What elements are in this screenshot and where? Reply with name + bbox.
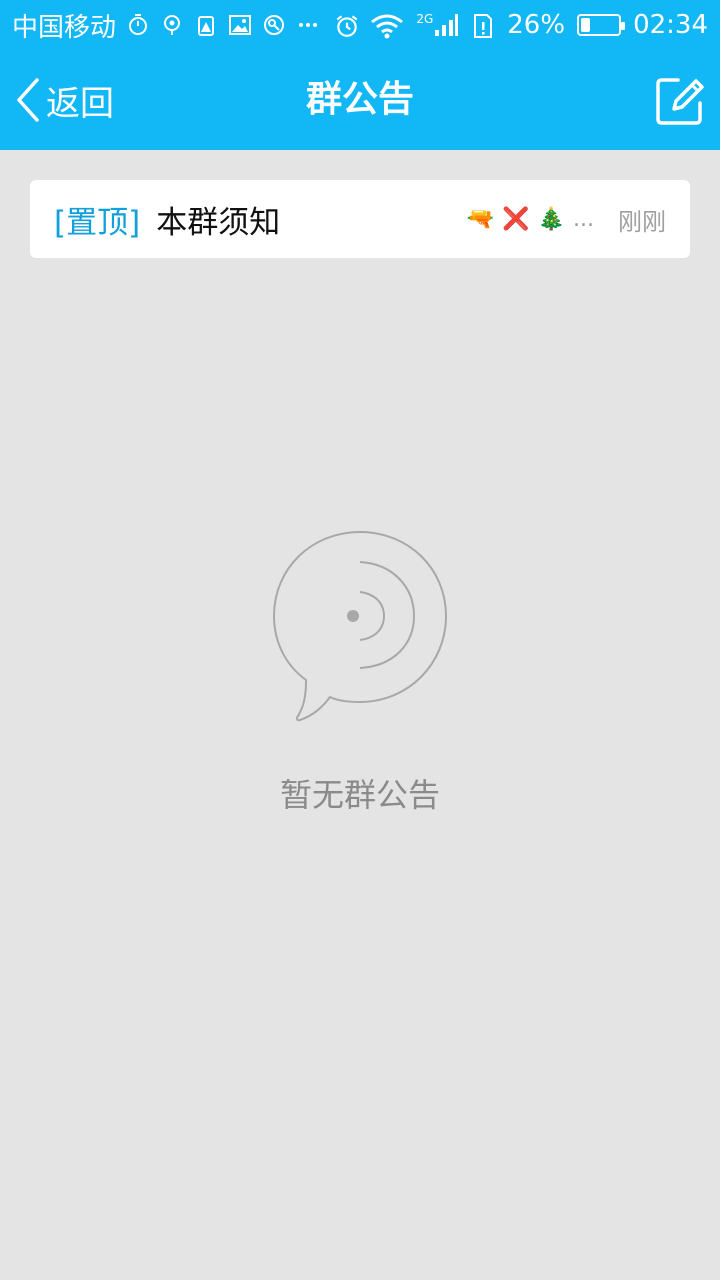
announcement-item[interactable]: [置顶] 本群须知 🔫 ❌ 🎄 ... 刚刚	[30, 180, 690, 258]
back-label: 返回	[46, 83, 114, 124]
battery-percent: 26%	[507, 10, 566, 40]
carrier-label: 中国移动	[12, 12, 117, 43]
status-left: 中国移动	[12, 7, 320, 44]
back-button[interactable]: 返回	[16, 50, 114, 150]
app-icon	[262, 13, 286, 37]
author-emoji-cross: ❌	[502, 206, 530, 232]
status-right: 2G 26% 02:34	[334, 10, 708, 40]
compose-icon	[656, 78, 704, 125]
announcement-title: 本群须知	[156, 204, 281, 241]
pinned-label: [置顶]	[54, 204, 141, 241]
author-emoji-tree: 🎄	[537, 206, 566, 232]
announcement-time: 刚刚	[618, 207, 666, 236]
empty-announcement-icon	[272, 530, 448, 722]
battery-fill	[581, 18, 591, 32]
chevron-left-icon	[17, 78, 39, 122]
battery-icon	[577, 14, 626, 36]
author-emoji-gun: 🔫	[466, 206, 495, 232]
wifi-icon	[370, 13, 404, 39]
sim-alert-icon	[471, 13, 495, 38]
alert-battery-icon	[194, 13, 218, 37]
timer-icon	[126, 13, 150, 37]
title-bar: 返回 群公告	[0, 50, 720, 150]
more-icon	[296, 13, 320, 37]
location-icon	[160, 13, 184, 37]
announcement-meta: 🔫 ❌ 🎄 ... 刚刚	[467, 202, 666, 237]
alarm-icon	[334, 13, 358, 37]
signal-icon	[435, 14, 459, 36]
clock: 02:34	[633, 10, 708, 40]
empty-state: 暂无群公告	[0, 530, 720, 816]
image-icon	[228, 13, 252, 37]
status-bar: 中国移动 2G 26% 02:34	[0, 0, 720, 50]
author-ellipsis: ...	[573, 206, 594, 232]
edit-button[interactable]	[654, 75, 706, 127]
network-label: 2G	[416, 12, 434, 26]
network-type: 2G	[416, 12, 459, 38]
empty-state-text: 暂无群公告	[279, 776, 440, 814]
